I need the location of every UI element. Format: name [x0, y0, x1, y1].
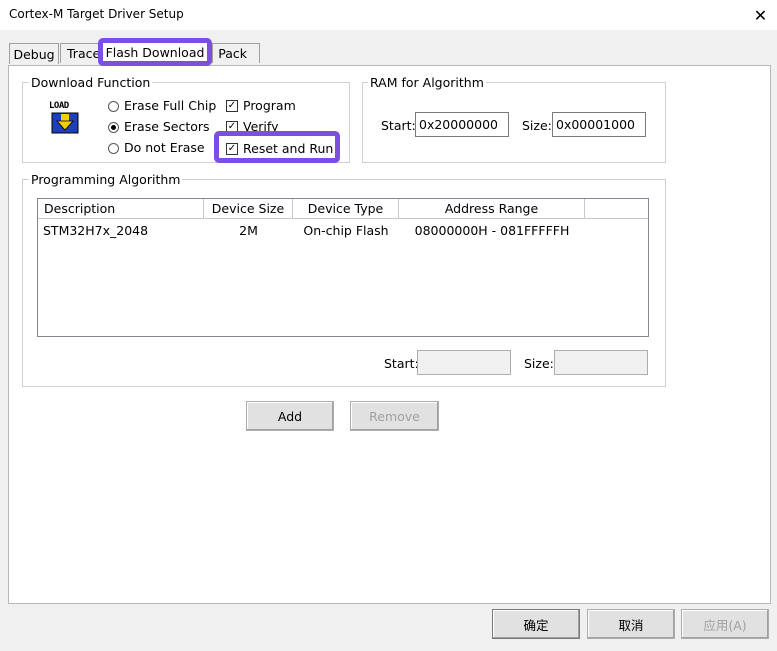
ram-size-input[interactable]: [552, 112, 646, 137]
tab-label: Pack: [218, 46, 247, 61]
ok-button[interactable]: 确定: [492, 609, 580, 639]
radio-label: Erase Full Chip: [124, 98, 217, 113]
column-header-device-size[interactable]: Device Size: [204, 199, 293, 219]
close-icon: ✕: [753, 5, 768, 25]
tab-pack[interactable]: Pack: [212, 43, 260, 63]
tab-debug[interactable]: Debug: [9, 43, 59, 64]
load-icon-text: LOAD: [49, 101, 69, 111]
cell-device-type: On-chip Flash: [303, 223, 389, 238]
download-function-legend: Download Function: [29, 75, 153, 90]
erase-full-chip-radio[interactable]: Erase Full Chip: [108, 98, 218, 114]
erase-sectors-radio[interactable]: Erase Sectors: [108, 119, 218, 135]
column-header-label: Device Size: [211, 201, 285, 216]
algorithm-start-input[interactable]: [417, 350, 511, 375]
algorithm-start-label: Start:: [384, 356, 419, 371]
do-not-erase-radio[interactable]: Do not Erase: [108, 140, 218, 156]
column-header-device-type[interactable]: Device Type: [293, 199, 399, 219]
checkbox-indicator: ✓: [226, 100, 238, 112]
radio-label: Erase Sectors: [124, 119, 210, 134]
radio-indicator: [108, 122, 119, 133]
apply-button[interactable]: 应用(A): [681, 609, 769, 639]
radio-label: Do not Erase: [124, 140, 205, 155]
reset-and-run-checkbox[interactable]: ✓ Reset and Run: [214, 131, 340, 163]
tab-label: Debug: [13, 46, 55, 62]
algorithm-size-label: Size:: [524, 356, 554, 371]
program-checkbox[interactable]: ✓ Program: [226, 98, 336, 114]
ram-for-algorithm-legend: RAM for Algorithm: [368, 75, 486, 90]
radio-indicator: [108, 101, 119, 112]
window-title: Cortex-M Target Driver Setup: [9, 7, 184, 21]
remove-button[interactable]: Remove: [350, 401, 439, 431]
ram-start-label: Start:: [381, 118, 416, 133]
column-header-filler: [585, 199, 648, 219]
title-bar: Cortex-M Target Driver Setup ✕: [0, 0, 777, 30]
column-header-label: Description: [44, 201, 116, 216]
load-icon: LOAD: [48, 101, 82, 135]
cancel-button[interactable]: 取消: [587, 609, 675, 639]
column-header-label: Address Range: [444, 201, 539, 216]
tab-label: Trace: [67, 46, 101, 61]
checkbox-label: Program: [243, 98, 296, 113]
close-button[interactable]: ✕: [744, 0, 777, 30]
table-row[interactable]: STM32H7x_2048 2M On-chip Flash 08000000H…: [38, 221, 648, 239]
add-button[interactable]: Add: [246, 401, 334, 431]
column-header-address-range[interactable]: Address Range: [399, 199, 585, 219]
column-header-label: Device Type: [307, 201, 384, 216]
cell-device-size: 2M: [239, 223, 258, 238]
ram-start-input[interactable]: [415, 112, 509, 137]
programming-algorithm-legend: Programming Algorithm: [29, 172, 183, 187]
ram-size-label: Size:: [522, 118, 552, 133]
algorithm-list[interactable]: Description Device Size Device Type Addr…: [37, 198, 649, 337]
cell-address-range: 08000000H - 081FFFFFH: [414, 223, 570, 238]
checkbox-label: Reset and Run: [243, 141, 334, 156]
tab-trace[interactable]: Trace: [60, 43, 102, 63]
column-header-description[interactable]: Description: [38, 199, 204, 219]
tab-label: Flash Download: [105, 44, 205, 60]
tab-flash-download[interactable]: Flash Download: [98, 38, 212, 66]
radio-indicator: [108, 143, 119, 154]
algorithm-size-input[interactable]: [554, 350, 648, 375]
checkbox-indicator: ✓: [226, 143, 238, 155]
cell-description: STM32H7x_2048: [43, 223, 149, 238]
